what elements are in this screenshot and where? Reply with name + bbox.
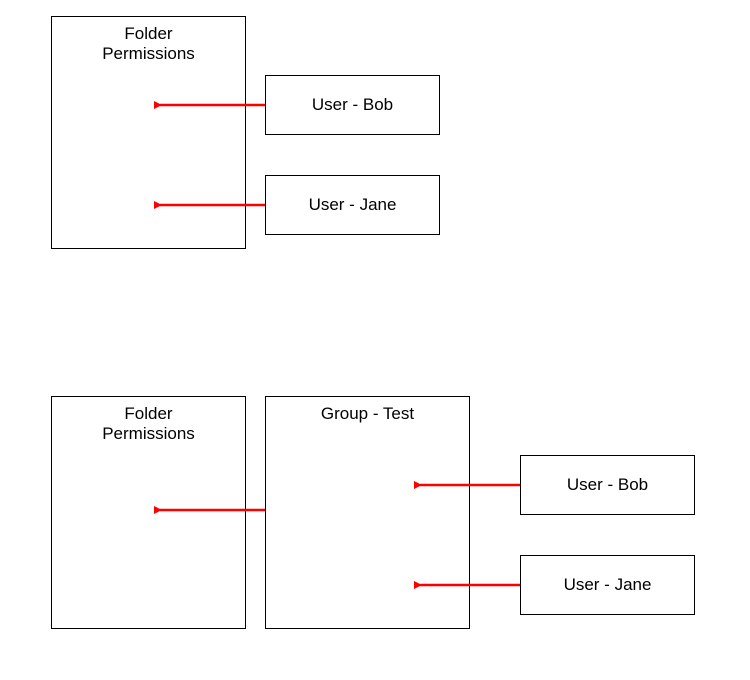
folder-permissions-text-1a: Folder xyxy=(124,24,172,43)
folder-permissions-text-2b: Permissions xyxy=(102,424,195,443)
folder-permissions-text-2a: Folder xyxy=(124,404,172,423)
group-test-text: Group - Test xyxy=(321,404,414,423)
user-bob-label-1: User - Bob xyxy=(265,95,440,115)
diagram-canvas: Folder Permissions User - Bob User - Jan… xyxy=(0,0,750,680)
folder-permissions-label-1: Folder Permissions xyxy=(51,24,246,65)
user-jane-text-1: User - Jane xyxy=(309,195,397,214)
folder-permissions-label-2: Folder Permissions xyxy=(51,404,246,445)
user-bob-text-1: User - Bob xyxy=(312,95,393,114)
user-jane-text-2: User - Jane xyxy=(564,575,652,594)
user-jane-label-2: User - Jane xyxy=(520,575,695,595)
group-test-label: Group - Test xyxy=(265,404,470,424)
user-bob-label-2: User - Bob xyxy=(520,475,695,495)
folder-permissions-text-1b: Permissions xyxy=(102,44,195,63)
user-jane-label-1: User - Jane xyxy=(265,195,440,215)
user-bob-text-2: User - Bob xyxy=(567,475,648,494)
group-test-box xyxy=(265,396,470,629)
